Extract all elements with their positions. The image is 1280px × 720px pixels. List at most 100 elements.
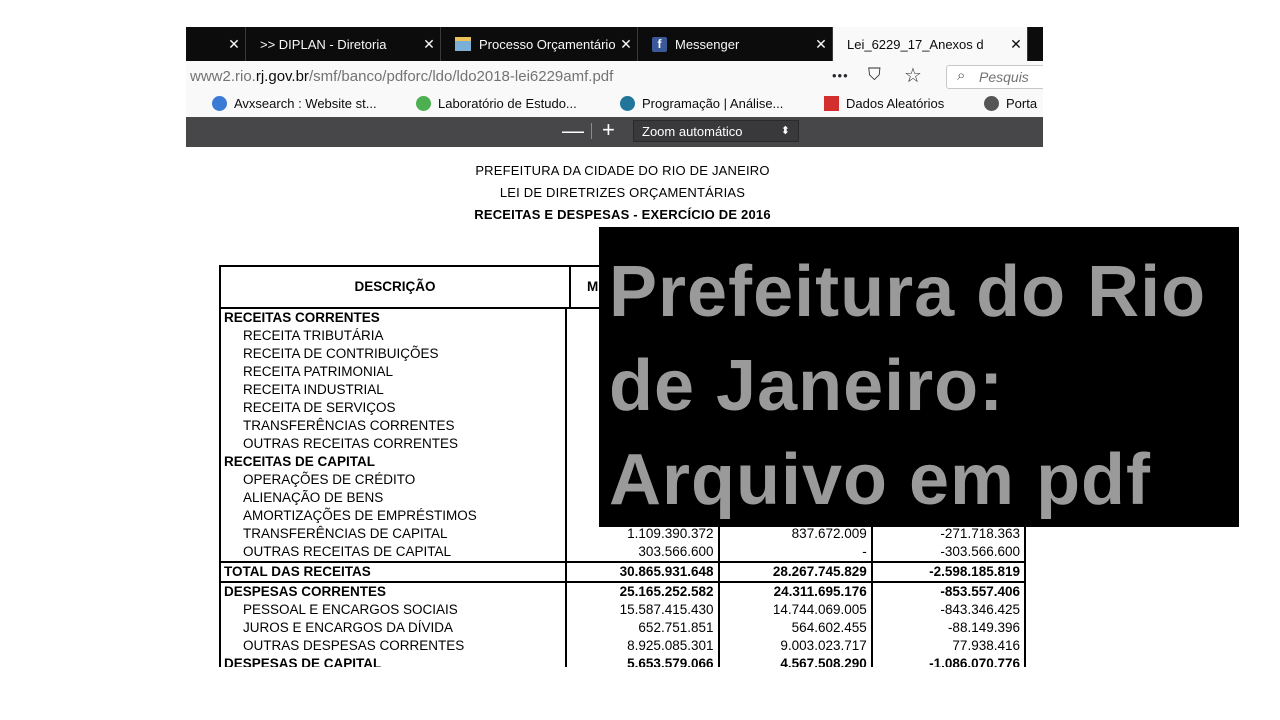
- row-label: OUTRAS RECEITAS CORRENTES: [243, 436, 459, 451]
- value-cell-v3: -1.086.070.776: [929, 656, 1020, 667]
- table-row: OUTRAS RECEITAS DE CAPITAL 303.566.600- -3…: [221, 543, 1024, 561]
- tab-title: Messenger: [675, 36, 740, 52]
- table-row: JUROS E ENCARGOS DA DÍVIDA 652.751.851 564…: [221, 619, 1024, 637]
- description-cell: OUTRAS RECEITAS CORRENTES: [221, 435, 568, 453]
- description-cell: RECEITAS DE CAPITAL: [221, 453, 568, 471]
- description-cell: OUTRAS RECEITAS DE CAPITAL: [221, 543, 568, 561]
- tab-title: toria: [186, 37, 223, 52]
- url-domain: rj.gov.br: [255, 68, 309, 85]
- value-cell-v2: 837.672.009: [720, 525, 873, 543]
- value-cell-v1: 8.925.085.301: [567, 637, 720, 655]
- value-cell-v3: -88.149.396: [947, 620, 1020, 635]
- description-cell: RECEITAS CORRENTES: [221, 309, 568, 327]
- description-cell: OPERAÇÕES DE CRÉDITO: [221, 471, 568, 489]
- value-cell-v2: 14.744.069.005: [720, 601, 873, 619]
- value-cell-v3: -2.598.185.819: [929, 564, 1020, 579]
- description-cell: AMORTIZAÇÕES DE EMPRÉSTIMOS: [221, 507, 568, 525]
- url-path: /smf/banco/pdforc/ldo/ldo2018-lei6229amf…: [308, 68, 614, 85]
- table-row: TOTAL DAS RECEITAS 30.865.931.648 28.267.7…: [221, 561, 1024, 583]
- overlay-title-line-3: Arquivo em pdf: [609, 440, 1152, 520]
- bookmark-star-icon[interactable]: ☆: [904, 63, 922, 88]
- folder-icon: [455, 37, 471, 51]
- value-cell-v1: 5.653.579.066: [567, 655, 720, 667]
- description-cell: RECEITA TRIBUTÁRIA: [221, 327, 568, 345]
- toolbar-separator: [591, 123, 592, 139]
- row-label: RECEITA PATRIMONIAL: [243, 364, 394, 379]
- row-label: DESPESAS CORRENTES: [224, 584, 387, 599]
- bookmark-item[interactable]: Porta: [984, 96, 1037, 111]
- bookmark-label: Avxsearch : Website st...: [234, 96, 377, 111]
- value-cell-v2: -: [720, 543, 873, 561]
- description-cell: DESPESAS DE CAPITAL: [221, 655, 568, 667]
- table-row: DESPESAS CORRENTES 25.165.252.582 24.311.6…: [221, 583, 1024, 601]
- description-cell: ALIENAÇÃO DE BENS: [221, 489, 568, 507]
- zoom-select[interactable]: Zoom automático ⬍: [633, 120, 799, 142]
- browser-tab[interactable]: toria✕: [186, 27, 246, 61]
- description-cell: PESSOAL E ENCARGOS SOCIAIS: [221, 601, 568, 619]
- zoom-out-button[interactable]: —: [562, 118, 584, 144]
- row-label: RECEITAS CORRENTES: [224, 310, 380, 325]
- zoom-select-label: Zoom automático: [642, 124, 743, 139]
- description-cell: TRANSFERÊNCIAS CORRENTES: [221, 417, 568, 435]
- close-icon[interactable]: ✕: [223, 36, 245, 53]
- value-cell-v3: 77.938.416: [952, 638, 1020, 653]
- value-cell-v2: 4.567.508.290: [720, 655, 873, 667]
- search-input[interactable]: ⌕ Pesquis: [946, 65, 1043, 89]
- bookmark-label: Laboratório de Estudo...: [438, 96, 577, 111]
- close-icon[interactable]: ✕: [418, 36, 440, 53]
- bookmark-label: Programação | Análise...: [642, 96, 784, 111]
- row-label: TOTAL DAS RECEITAS: [224, 564, 371, 579]
- browser-tab[interactable]: >> DIPLAN - Diretoria ✕: [246, 27, 441, 61]
- page-actions-icon[interactable]: •••: [832, 68, 849, 83]
- value-cell-v1: 1.109.390.372: [567, 525, 720, 543]
- description-cell: TOTAL DAS RECEITAS: [221, 563, 568, 581]
- portal-icon: [984, 96, 999, 111]
- row-label: DESPESAS DE CAPITAL: [224, 656, 382, 667]
- close-icon[interactable]: ✕: [1005, 36, 1027, 53]
- description-cell: RECEITA DE SERVIÇOS: [221, 399, 568, 417]
- bookmark-item[interactable]: Avxsearch : Website st...: [212, 96, 377, 111]
- bookmark-item[interactable]: Laboratório de Estudo...: [416, 96, 577, 111]
- tab-title: Lei_6229_17_Anexos d: [847, 36, 984, 52]
- value-cell-v1: 303.566.600: [567, 543, 720, 561]
- zoom-in-button[interactable]: +: [602, 117, 615, 143]
- bookmark-item[interactable]: Dados Aleatórios: [824, 96, 944, 111]
- table-row: OUTRAS DESPESAS CORRENTES 8.925.085.301 9.…: [221, 637, 1024, 655]
- browser-tab[interactable]: Lei_6229_17_Anexos d ✕: [833, 27, 1028, 61]
- wordpress-icon: [620, 96, 635, 111]
- row-label: AMORTIZAÇÕES DE EMPRÉSTIMOS: [243, 508, 477, 523]
- value-cell-v1: 25.165.252.582: [567, 583, 720, 601]
- pocket-icon[interactable]: ⛉: [868, 65, 881, 85]
- row-label: OPERAÇÕES DE CRÉDITO: [243, 472, 416, 487]
- row-label: OUTRAS DESPESAS CORRENTES: [243, 638, 465, 653]
- value-cell-v1: 30.865.931.648: [567, 563, 720, 581]
- table-row: DESPESAS DE CAPITAL 5.653.579.066 4.567.50…: [221, 655, 1024, 667]
- description-cell: RECEITA DE CONTRIBUIÇÕES: [221, 345, 568, 363]
- document-header-line-1: PREFEITURA DA CIDADE DO RIO DE JANEIRO: [475, 163, 770, 178]
- url-bar[interactable]: www2.rio.rj.gov.br/smf/banco/pdforc/ldo/…: [190, 68, 613, 85]
- description-cell: RECEITA INDUSTRIAL: [221, 381, 568, 399]
- row-label: TRANSFERÊNCIAS DE CAPITAL: [243, 526, 448, 541]
- globe-icon: [212, 96, 227, 111]
- tab-bar: toria✕>> DIPLAN - Diretoria✕Processo Orç…: [186, 27, 1043, 61]
- value-cell-v3: -843.346.425: [940, 602, 1020, 617]
- browser-tab[interactable]: Processo Orçamentário ✕: [441, 27, 638, 61]
- row-label: RECEITA DE SERVIÇOS: [243, 400, 396, 415]
- value-cell-v3: -303.566.600: [940, 544, 1020, 559]
- close-icon[interactable]: ✕: [615, 36, 637, 53]
- title-overlay: Prefeitura do Rio de Janeiro: Arquivo em…: [599, 227, 1239, 527]
- value-cell-v3: -853.557.406: [940, 584, 1020, 599]
- description-cell: RECEITA PATRIMONIAL: [221, 363, 568, 381]
- row-label: PESSOAL E ENCARGOS SOCIAIS: [243, 602, 458, 617]
- close-icon[interactable]: ✕: [810, 36, 832, 53]
- row-label: ALIENAÇÃO DE BENS: [243, 490, 384, 505]
- value-cell-v2: 24.311.695.176: [720, 583, 873, 601]
- tab-title: >> DIPLAN - Diretoria: [260, 36, 387, 52]
- d-icon: [824, 96, 839, 111]
- row-label: RECEITA INDUSTRIAL: [243, 382, 384, 397]
- bookmark-item[interactable]: Programação | Análise...: [620, 96, 783, 111]
- bookmark-label: Dados Aleatórios: [846, 96, 945, 111]
- overlay-title-line-2: de Janeiro:: [609, 346, 1005, 426]
- facebook-icon: f: [652, 36, 667, 52]
- browser-tab[interactable]: f Messenger ✕: [638, 27, 833, 61]
